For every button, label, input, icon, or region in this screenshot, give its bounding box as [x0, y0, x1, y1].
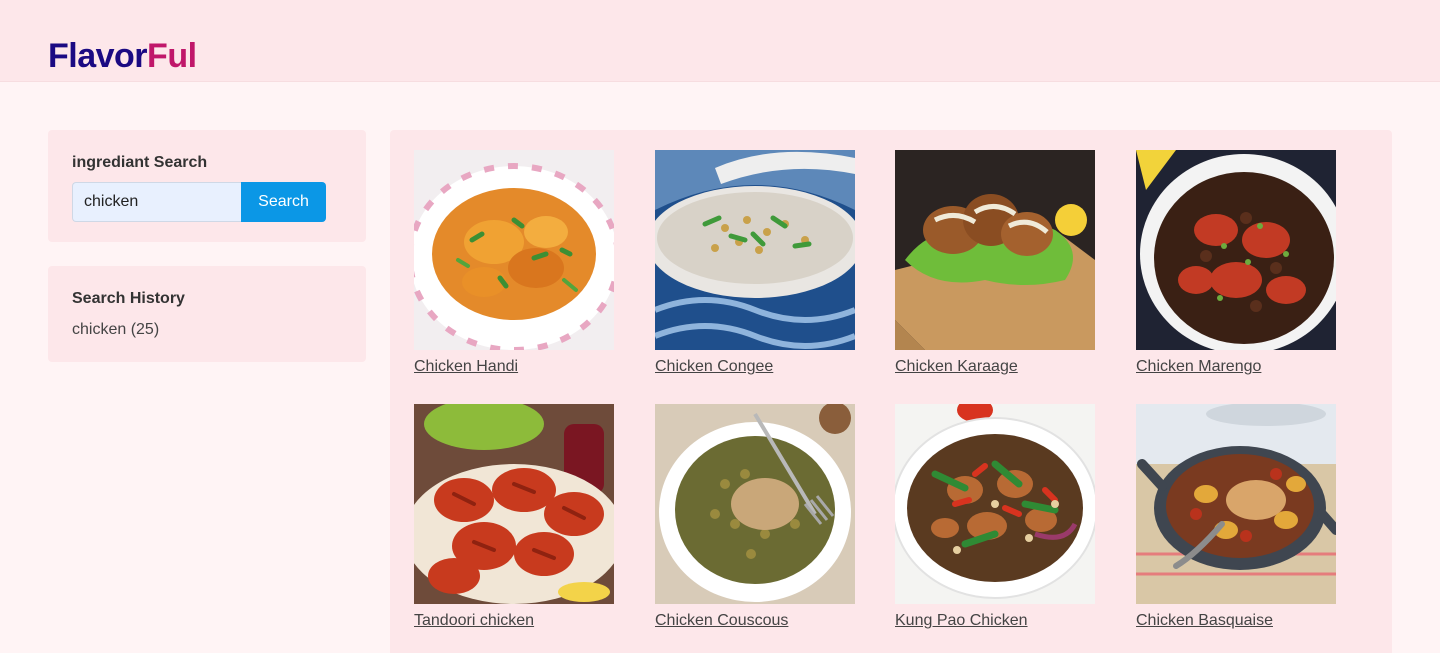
recipe-link[interactable]: Chicken Marengo: [1136, 358, 1261, 376]
recipe-image[interactable]: [1136, 404, 1336, 604]
recipe-image[interactable]: [895, 404, 1095, 604]
recipe-link[interactable]: Tandoori chicken: [414, 612, 534, 630]
recipe-card[interactable]: Kung Pao Chicken: [895, 404, 1095, 629]
recipe-card[interactable]: Chicken Congee: [655, 150, 855, 375]
logo-text-ful: Ful: [147, 37, 197, 75]
recipe-link[interactable]: Chicken Handi: [414, 358, 518, 376]
site-logo[interactable]: FlavorFul: [48, 36, 197, 76]
recipe-link[interactable]: Chicken Karaage: [895, 358, 1018, 376]
recipe-image[interactable]: [414, 404, 614, 604]
recipe-results-grid: Chicken Handi Chicken Congee Chicken Kar…: [390, 130, 1392, 653]
recipe-link[interactable]: Chicken Congee: [655, 358, 773, 376]
logo-text-flavor: Flavor: [48, 37, 148, 75]
history-panel-title: Search History: [72, 290, 185, 307]
recipe-image[interactable]: [1136, 150, 1336, 350]
recipe-image[interactable]: [655, 404, 855, 604]
recipe-card[interactable]: Chicken Basquaise: [1136, 404, 1336, 629]
recipe-card[interactable]: Chicken Couscous: [655, 404, 855, 629]
ingredient-search-panel: ingrediant Search Search: [48, 130, 366, 242]
recipe-card[interactable]: Tandoori chicken: [414, 404, 614, 629]
search-history-panel: Search History chicken (25): [48, 266, 366, 362]
search-button[interactable]: Search: [241, 182, 326, 222]
recipe-image[interactable]: [895, 150, 1095, 350]
search-panel-title: ingrediant Search: [72, 154, 208, 171]
recipe-card[interactable]: Chicken Marengo: [1136, 150, 1336, 375]
site-header: FlavorFul: [0, 0, 1440, 82]
recipe-link[interactable]: Chicken Basquaise: [1136, 612, 1273, 630]
search-input[interactable]: [72, 182, 242, 222]
recipe-image[interactable]: [414, 150, 614, 350]
recipe-card[interactable]: Chicken Karaage: [895, 150, 1095, 375]
history-item[interactable]: chicken (25): [72, 321, 159, 339]
recipe-card[interactable]: Chicken Handi: [414, 150, 614, 375]
recipe-link[interactable]: Kung Pao Chicken: [895, 612, 1028, 630]
recipe-image[interactable]: [655, 150, 855, 350]
recipe-link[interactable]: Chicken Couscous: [655, 612, 788, 630]
